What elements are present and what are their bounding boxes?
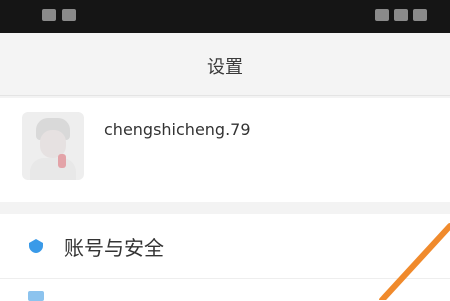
- app-icon: [62, 9, 76, 21]
- notification-icon: [42, 9, 56, 21]
- status-bar: [0, 0, 450, 33]
- menu-item-next[interactable]: [0, 278, 450, 301]
- status-right: [375, 9, 432, 21]
- nav-bar: 设置: [0, 33, 450, 96]
- menu-item-account-security[interactable]: 账号与安全: [0, 214, 450, 278]
- menu-item-label: 账号与安全: [64, 236, 164, 260]
- avatar-icon[interactable]: [22, 112, 84, 180]
- username: chengshicheng.79: [104, 120, 251, 139]
- battery-icon: [413, 9, 427, 21]
- page-title: 设置: [207, 57, 243, 78]
- profile-card[interactable]: chengshicheng.79: [0, 98, 450, 202]
- status-left: [42, 9, 82, 21]
- wifi-icon: [394, 9, 408, 21]
- signal-icon: [375, 9, 389, 21]
- shield-icon: [29, 239, 43, 253]
